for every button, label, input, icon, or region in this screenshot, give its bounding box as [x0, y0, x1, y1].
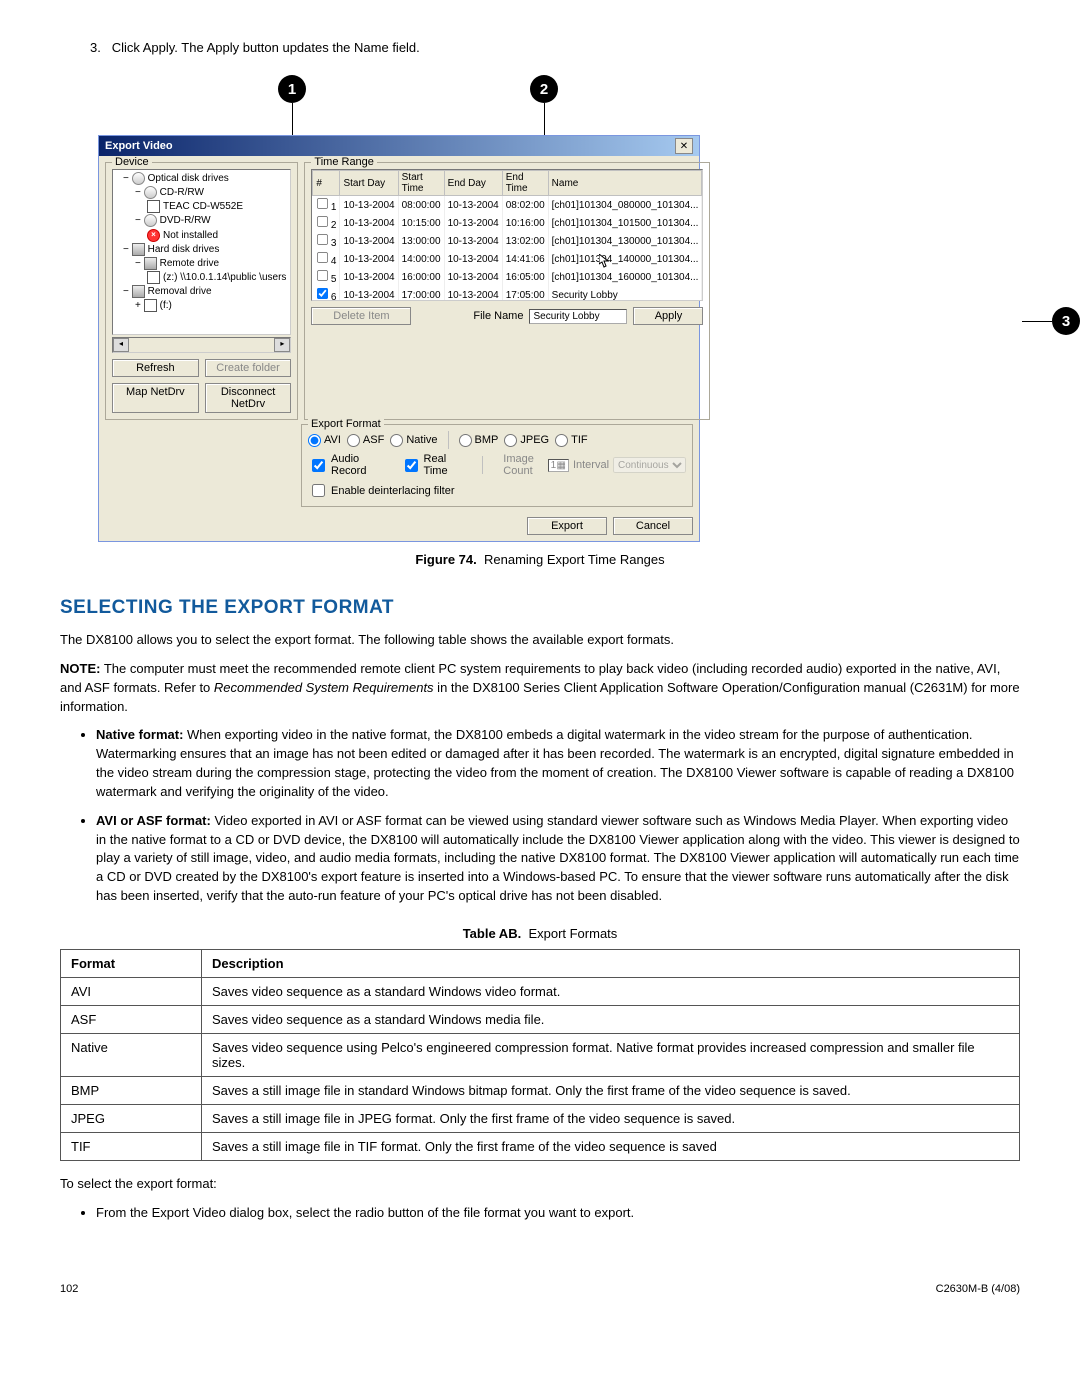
intro-paragraph: The DX8100 allows you to select the expo… — [60, 631, 1020, 650]
callout-3: 3 — [1022, 307, 1080, 335]
deinterlace-checkbox[interactable]: Enable deinterlacing filter — [308, 481, 455, 500]
radio-native[interactable]: Native — [390, 434, 437, 447]
real-time-checkbox[interactable]: Real Time — [401, 453, 463, 477]
col-start-time: Start Time — [398, 171, 444, 196]
cursor-icon — [599, 254, 611, 268]
table-row: BMPSaves a still image file in standard … — [61, 1076, 1020, 1104]
table-row: 610-13-200417:00:0010-13-200417:05:00Sec… — [313, 286, 702, 301]
note-paragraph: NOTE: The computer must meet the recomme… — [60, 660, 1020, 717]
refresh-button[interactable]: Refresh — [112, 359, 199, 377]
callout-3-badge: 3 — [1052, 307, 1080, 335]
note-label: NOTE: — [60, 661, 100, 676]
col-start-day: Start Day — [340, 171, 398, 196]
hdd-icon — [132, 243, 145, 256]
table-row: 410-13-200414:00:0010-13-200414:41:06[ch… — [313, 250, 702, 268]
table-row: 310-13-200413:00:0010-13-200413:02:00[ch… — [313, 232, 702, 250]
post-bullets: From the Export Video dialog box, select… — [60, 1204, 1020, 1223]
time-range-fieldset: Time Range # Start Day Start Time End Da… — [304, 162, 710, 420]
disc-icon — [132, 172, 145, 185]
export-button[interactable]: Export — [527, 517, 607, 535]
figure-caption: Figure 74. Renaming Export Time Ranges — [60, 552, 1020, 567]
export-formats-table: Format Description AVISaves video sequen… — [60, 949, 1020, 1161]
list-item: Native format: When exporting video in t… — [96, 726, 1020, 801]
dialog-title: Export Video — [105, 140, 173, 152]
row-checkbox[interactable] — [317, 198, 328, 209]
table-row: AVISaves video sequence as a standard Wi… — [61, 977, 1020, 1005]
device-label: Device — [112, 156, 152, 168]
callout-2-badge: 2 — [530, 75, 558, 103]
th-format: Format — [61, 949, 202, 977]
row-checkbox[interactable] — [317, 252, 328, 263]
disconnect-netdrv-button[interactable]: Disconnect NetDrv — [205, 383, 292, 413]
radio-avi[interactable]: AVI — [308, 434, 341, 447]
step-text: Click Apply. The Apply button updates th… — [112, 40, 420, 55]
dialog-titlebar: Export Video ✕ — [99, 136, 699, 156]
row-checkbox[interactable] — [317, 288, 328, 299]
step-num: 3. — [90, 40, 101, 55]
create-folder-button: Create folder — [205, 359, 292, 377]
remote-drive-icon — [144, 257, 157, 270]
figure-wrap: 1 2 Export Video ✕ Device − Optical disk… — [90, 75, 1020, 542]
export-format-label: Export Format — [308, 418, 384, 430]
row-checkbox[interactable] — [317, 270, 328, 281]
export-format-fieldset: Export Format AVI ASF Native BMP JPEG TI… — [301, 424, 693, 507]
list-item: From the Export Video dialog box, select… — [96, 1204, 1020, 1223]
device-fieldset: Device − Optical disk drives − CD-R/RW T… — [105, 162, 298, 420]
cd-icon — [144, 186, 157, 199]
table-row: JPEGSaves a still image file in JPEG for… — [61, 1104, 1020, 1132]
file-name-field[interactable]: Security Lobby — [529, 309, 627, 324]
table-row: TIFSaves a still image file in TIF forma… — [61, 1132, 1020, 1160]
radio-asf[interactable]: ASF — [347, 434, 384, 447]
radio-tif[interactable]: TIF — [555, 434, 588, 447]
removal-drive-icon — [132, 285, 145, 298]
col-end-time: End Time — [502, 171, 548, 196]
checkbox-icon[interactable] — [147, 271, 160, 284]
feature-bullets: Native format: When exporting video in t… — [60, 726, 1020, 906]
step-line: 3. Click Apply. The Apply button updates… — [90, 40, 1020, 55]
post-table-text: To select the export format: — [60, 1175, 1020, 1194]
checkbox-icon[interactable] — [144, 299, 157, 312]
image-count-spinner: 1▦ — [548, 459, 569, 472]
delete-item-button: Delete Item — [311, 307, 411, 325]
time-range-grid[interactable]: # Start Day Start Time End Day End Time … — [311, 169, 703, 301]
section-heading: SELECTING THE EXPORT FORMAT — [60, 597, 1020, 619]
tree-hscrollbar[interactable]: ◂▸ — [112, 337, 291, 353]
radio-bmp[interactable]: BMP — [459, 434, 499, 447]
table-row: NativeSaves video sequence using Pelco's… — [61, 1033, 1020, 1076]
col-num: # — [313, 171, 340, 196]
list-item: AVI or ASF format: Video exported in AVI… — [96, 812, 1020, 906]
map-netdrv-button[interactable]: Map NetDrv — [112, 383, 199, 413]
checkbox-icon[interactable] — [147, 200, 160, 213]
row-checkbox[interactable] — [317, 216, 328, 227]
apply-button[interactable]: Apply — [633, 307, 703, 325]
table-row: 110-13-200408:00:0010-13-200408:02:00[ch… — [313, 196, 702, 215]
th-description: Description — [202, 949, 1020, 977]
callout-1-badge: 1 — [278, 75, 306, 103]
interval-select: Continuous — [613, 457, 686, 473]
table-row: 510-13-200416:00:0010-13-200416:05:00[ch… — [313, 268, 702, 286]
dvd-icon — [144, 214, 157, 227]
page-footer: 102 C2630M-B (4/08) — [60, 1283, 1020, 1295]
image-count-group: Image Count 1▦ Interval Continuous — [503, 453, 686, 477]
time-range-label: Time Range — [311, 156, 377, 168]
col-end-day: End Day — [444, 171, 502, 196]
file-name-label: File Name — [473, 310, 523, 322]
cancel-button[interactable]: Cancel — [613, 517, 693, 535]
export-video-dialog: Export Video ✕ Device − Optical disk dri… — [98, 135, 700, 542]
audio-record-checkbox[interactable]: Audio Record — [308, 453, 385, 477]
table-caption: Table AB. Export Formats — [60, 926, 1020, 941]
error-icon: × — [147, 229, 160, 242]
doc-id: C2630M-B (4/08) — [936, 1283, 1020, 1295]
page-number: 102 — [60, 1283, 78, 1295]
close-icon[interactable]: ✕ — [675, 138, 693, 154]
radio-jpeg[interactable]: JPEG — [504, 434, 549, 447]
col-name: Name — [548, 171, 702, 196]
device-tree[interactable]: − Optical disk drives − CD-R/RW TEAC CD-… — [112, 169, 291, 335]
table-row: ASFSaves video sequence as a standard Wi… — [61, 1005, 1020, 1033]
table-row: 210-13-200410:15:0010-13-200410:16:00[ch… — [313, 214, 702, 232]
row-checkbox[interactable] — [317, 234, 328, 245]
